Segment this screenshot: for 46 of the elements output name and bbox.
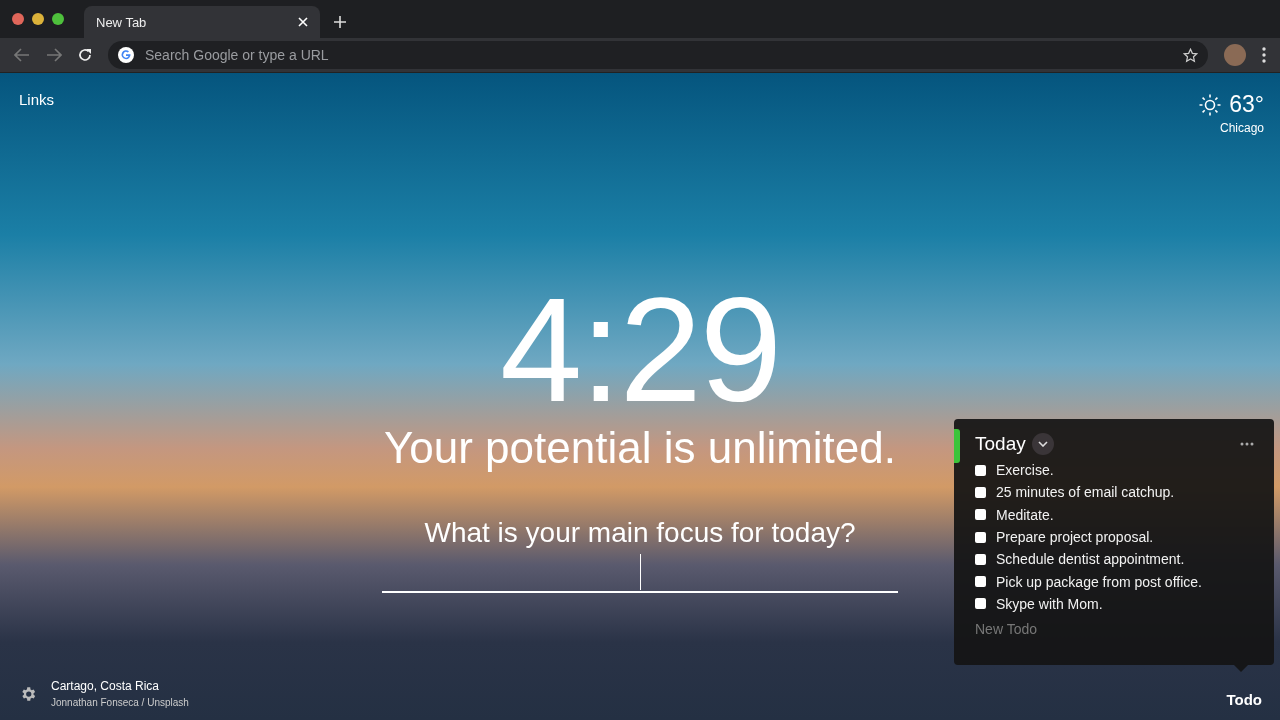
menu-icon[interactable] xyxy=(1262,47,1266,63)
browser-tab[interactable]: New Tab xyxy=(84,6,320,38)
todo-checkbox[interactable] xyxy=(975,486,986,498)
todo-checkbox[interactable] xyxy=(975,576,986,588)
todo-item: Exercise. xyxy=(996,462,1054,479)
focus-question: What is your main focus for today? xyxy=(424,517,856,549)
active-list-indicator xyxy=(954,429,960,463)
forward-arrow-icon[interactable] xyxy=(46,48,62,62)
links-link[interactable]: Links xyxy=(19,91,55,147)
photo-credit[interactable]: Jonnathan Fonseca / Unsplash xyxy=(51,697,1213,708)
sun-icon xyxy=(1199,93,1222,116)
more-options-icon[interactable] xyxy=(1240,442,1254,446)
todo-checkbox[interactable] xyxy=(975,553,986,565)
todo-checkbox[interactable] xyxy=(975,509,986,521)
todo-item: Prepare project proposal. xyxy=(996,529,1154,546)
todo-item: Pick up package from post office. xyxy=(996,573,1202,590)
google-logo-icon xyxy=(118,47,134,63)
avatar[interactable] xyxy=(1224,44,1246,66)
weather-location: Chicago xyxy=(1219,121,1264,135)
todo-button[interactable]: Todo xyxy=(1226,691,1262,708)
todo-item: Meditate. xyxy=(996,506,1054,523)
address-bar[interactable]: Search Google or type a URL xyxy=(108,41,1208,69)
list-title[interactable]: Today xyxy=(975,433,1026,455)
todo-item: Skype with Mom. xyxy=(996,595,1103,612)
mantra-text: Your potential is unlimited. xyxy=(384,423,896,473)
maximize-window-icon[interactable] xyxy=(52,13,64,25)
temperature[interactable]: 63° xyxy=(1229,91,1264,118)
todo-checkbox[interactable] xyxy=(975,598,986,610)
plus-icon[interactable] xyxy=(334,16,346,28)
todo-item: 25 minutes of email catchup. xyxy=(996,484,1175,501)
address-input-field[interactable]: Search Google or type a URL xyxy=(143,46,1174,64)
chevron-down-icon xyxy=(1037,441,1048,447)
dropdown-button[interactable] xyxy=(1031,433,1054,455)
clock-time: 4:29 xyxy=(499,285,781,415)
focus-input-field[interactable] xyxy=(382,553,898,593)
photo-location[interactable]: Cartago, Costa Rica xyxy=(51,679,1213,693)
back-arrow-icon[interactable] xyxy=(14,48,30,62)
close-window-icon[interactable] xyxy=(12,13,24,25)
close-icon[interactable] xyxy=(298,17,308,27)
minimize-window-icon[interactable] xyxy=(32,13,44,25)
star-icon[interactable] xyxy=(1183,47,1198,63)
todo-item: Schedule dentist appointment. xyxy=(996,551,1185,568)
todo-checkbox[interactable] xyxy=(975,464,986,476)
todo-checkbox[interactable] xyxy=(975,531,986,543)
reload-icon[interactable] xyxy=(78,48,92,62)
new-todo-field[interactable]: New Todo xyxy=(975,621,1175,638)
